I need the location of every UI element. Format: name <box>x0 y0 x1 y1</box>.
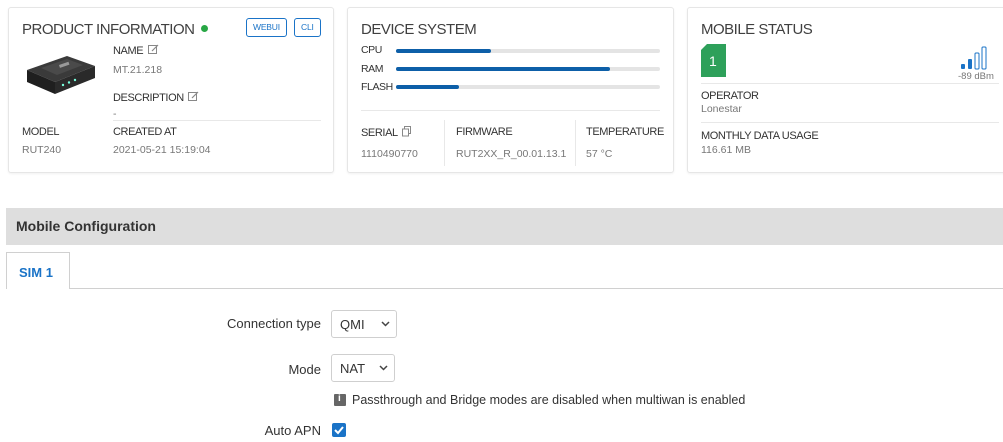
name-value: MT.21.218 <box>113 64 163 76</box>
device-system-title: DEVICE SYSTEM <box>361 21 477 38</box>
divider <box>701 83 999 84</box>
divider <box>444 120 445 166</box>
divider <box>701 122 999 123</box>
connection-type-select[interactable]: QMI <box>331 310 397 338</box>
webui-button[interactable]: WEBUI <box>246 18 287 37</box>
mode-note: Passthrough and Bridge modes are disable… <box>352 393 746 407</box>
sim-number: 1 <box>709 53 717 69</box>
mobile-status-card: MOBILE STATUS 1 -89 dBm OPERATOR Lonesta… <box>687 7 1003 173</box>
checkmark-icon <box>334 426 344 435</box>
auto-apn-checkbox[interactable] <box>332 423 346 437</box>
sim-card-icon: 1 <box>701 44 726 77</box>
cli-button[interactable]: CLI <box>294 18 321 37</box>
mode-select[interactable]: NAT <box>331 354 395 382</box>
serial-label: SERIAL <box>361 126 412 139</box>
mobile-status-title: MOBILE STATUS <box>701 21 813 38</box>
edit-description-icon[interactable] <box>188 91 199 102</box>
online-status-dot <box>201 25 209 32</box>
cpu-label: CPU <box>361 44 382 56</box>
monthly-data-usage-label: MONTHLY DATA USAGE <box>701 130 819 142</box>
firmware-value: RUT2XX_R_00.01.13.1 <box>456 148 567 160</box>
tab-sim-1-label: SIM 1 <box>19 265 53 280</box>
chevron-down-icon <box>381 321 390 327</box>
edit-name-icon[interactable] <box>147 44 159 55</box>
section-title: Mobile Configuration <box>16 218 156 234</box>
ram-bar <box>396 67 660 71</box>
mode-label: Mode <box>288 362 321 377</box>
flash-label: FLASH <box>361 81 393 93</box>
model-label: MODEL <box>22 126 60 138</box>
description-value: - <box>113 108 117 120</box>
created-at-value: 2021-05-21 15:19:04 <box>113 144 211 156</box>
divider <box>361 110 660 111</box>
monthly-data-usage-value: 116.61 MB <box>701 144 752 156</box>
firmware-label: FIRMWARE <box>456 126 513 138</box>
connection-type-label: Connection type <box>227 316 321 331</box>
tab-bar-line <box>70 288 1003 289</box>
temperature-label: TEMPERATURE <box>586 126 664 138</box>
product-information-card: PRODUCT INFORMATION WEBUI CLI NAME MT.21… <box>8 7 334 173</box>
connection-type-value: QMI <box>340 317 365 332</box>
signal-strength-value: -89 dBm <box>958 71 994 82</box>
tab-sim-1[interactable]: SIM 1 <box>6 252 70 289</box>
operator-value: Lonestar <box>701 103 742 115</box>
info-icon: i <box>334 393 346 406</box>
operator-label: OPERATOR <box>701 90 759 102</box>
divider <box>113 120 321 121</box>
model-value: RUT240 <box>22 144 62 156</box>
name-label: NAME <box>113 44 159 57</box>
cpu-bar-fill <box>396 49 492 53</box>
device-system-card: DEVICE SYSTEM CPU RAM FLASH SERIAL 11104… <box>347 7 674 173</box>
divider <box>575 120 576 166</box>
auto-apn-label: Auto APN <box>264 423 321 438</box>
ram-label: RAM <box>361 63 384 75</box>
section-header: Mobile Configuration <box>6 208 1003 245</box>
chevron-down-icon <box>379 365 388 371</box>
ram-bar-fill <box>396 67 610 71</box>
signal-strength-icon <box>961 46 987 70</box>
description-label: DESCRIPTION <box>113 91 199 104</box>
product-information-title: PRODUCT INFORMATION <box>22 21 209 38</box>
flash-bar <box>396 85 660 89</box>
copy-icon[interactable] <box>401 126 412 137</box>
cpu-bar <box>396 49 660 53</box>
temperature-value: 57 °C <box>586 148 613 160</box>
created-at-label: CREATED AT <box>113 126 177 138</box>
serial-value: 1110490770 <box>361 148 418 160</box>
mode-value: NAT <box>340 361 366 376</box>
flash-bar-fill <box>396 85 460 89</box>
router-image <box>27 56 95 94</box>
